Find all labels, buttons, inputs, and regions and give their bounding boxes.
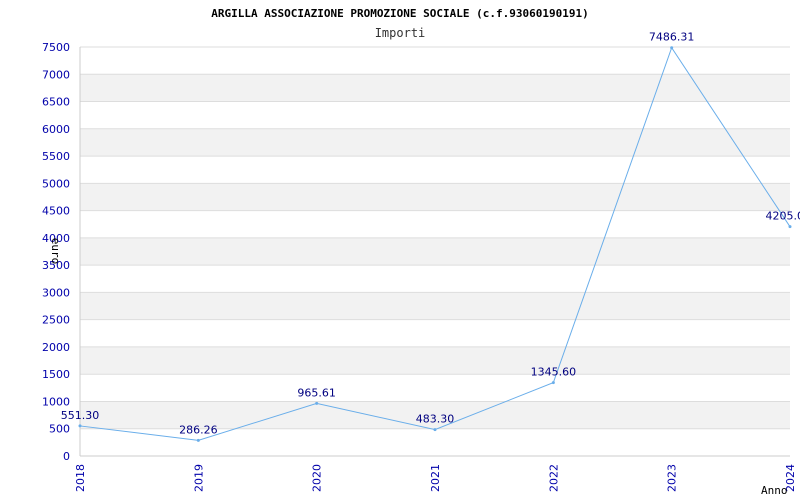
chart-subtitle: Importi: [375, 26, 426, 40]
data-point: [551, 381, 555, 385]
data-label: 1345.60: [531, 366, 577, 379]
x-tick-label: 2023: [666, 464, 679, 492]
grid-band: [80, 292, 790, 320]
x-tick-label: 2019: [192, 464, 205, 492]
grid-band: [80, 183, 790, 211]
x-tick-label: 2018: [74, 464, 87, 492]
x-tick-label: 2021: [429, 464, 442, 492]
data-label: 965.61: [297, 386, 336, 399]
data-label: 7486.31: [649, 31, 695, 44]
data-point: [670, 46, 674, 50]
grid-band: [80, 74, 790, 102]
y-tick-label: 2000: [42, 341, 70, 354]
data-point: [78, 424, 82, 428]
data-label: 286.26: [179, 423, 218, 436]
x-tick-label: 2022: [547, 464, 560, 492]
y-tick-label: 6500: [42, 96, 70, 109]
data-label: 483.30: [416, 413, 455, 426]
grid-band: [80, 237, 790, 266]
y-tick-label: 1500: [42, 368, 70, 381]
x-tick-labels: 2018 2019 2020 2021 2022 2023 2024: [74, 464, 797, 492]
y-axis-label: euro: [49, 238, 62, 265]
y-tick-label: 7500: [42, 41, 70, 54]
y-tick-label: 3000: [42, 286, 70, 299]
data-point: [315, 401, 319, 405]
data-point: [788, 225, 792, 229]
x-axis-label: Anno: [761, 484, 788, 497]
x-tick-label: 2020: [311, 464, 324, 492]
data-label: 551.30: [61, 409, 100, 422]
data-point: [196, 438, 200, 442]
grid-band: [80, 128, 790, 157]
y-tick-label: 7000: [42, 68, 70, 81]
grid-band: [80, 346, 790, 375]
y-tick-label: 5000: [42, 177, 70, 190]
y-tick-label: 1000: [42, 395, 70, 408]
chart: 0500100015002000250030003500400045005000…: [42, 7, 800, 497]
data-point: [433, 428, 437, 432]
y-tick-label: 4500: [42, 205, 70, 218]
y-tick-label: 2500: [42, 314, 70, 327]
y-tick-label: 5500: [42, 150, 70, 163]
y-tick-label: 0: [63, 450, 70, 463]
plot-background: [80, 74, 790, 429]
y-tick-label: 500: [49, 423, 70, 436]
chart-title: ARGILLA ASSOCIAZIONE PROMOZIONE SOCIALE …: [211, 7, 589, 20]
data-label: 4205.0: [766, 210, 800, 223]
y-tick-label: 6000: [42, 123, 70, 136]
